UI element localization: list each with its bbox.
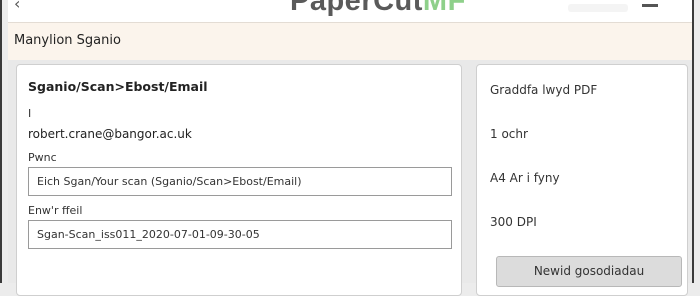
subject-value: Eich Sgan/Your scan (Sganio/Scan>Ebost/E… [37,175,302,188]
scan-settings-panel: Graddfa lwyd PDF 1 ochr A4 Ar i fyny 300… [476,64,688,296]
header-brand-strip: ‹ PaperCutMF [8,0,692,20]
page-title: Manylion Sganio [14,33,121,48]
to-value: robert.crane@bangor.ac.uk [28,127,192,141]
change-settings-button[interactable]: Newid gosodiadau [496,256,682,287]
logo-main-text: PaperCut [290,0,423,17]
papercut-logo: PaperCutMF [290,0,466,18]
subject-label: Pwnc [28,151,57,164]
subject-field[interactable]: Eich Sgan/Your scan (Sganio/Scan>Ebost/E… [28,167,452,196]
filename-label: Enw'r ffeil [28,204,83,217]
screen-edge-left [0,0,2,283]
header-ghost-element [568,4,628,12]
menu-icon[interactable] [642,4,658,7]
setting-color-mode: Graddfa lwyd PDF [490,83,598,97]
content-area: Sganio/Scan>Ebost/Email I robert.crane@b… [8,60,692,296]
app-frame: ‹ PaperCutMF Manylion Sganio Sganio/Scan… [8,0,692,296]
back-arrow-icon[interactable]: ‹ [14,0,20,13]
filename-field[interactable]: Sgan-Scan_iss011_2020-07-01-09-30-05 [28,220,452,249]
logo-suffix-text: MF [422,0,466,17]
setting-sides: 1 ochr [490,127,528,141]
screen-edge-right [692,0,694,283]
setting-paper: A4 Ar i fyny [490,171,560,185]
filename-value: Sgan-Scan_iss011_2020-07-01-09-30-05 [37,228,260,241]
setting-resolution: 300 DPI [490,215,537,229]
title-bar: Manylion Sganio [8,22,692,61]
scan-destination-panel: Sganio/Scan>Ebost/Email I robert.crane@b… [16,64,462,296]
to-label: I [28,107,32,120]
destination-title: Sganio/Scan>Ebost/Email [28,79,208,94]
